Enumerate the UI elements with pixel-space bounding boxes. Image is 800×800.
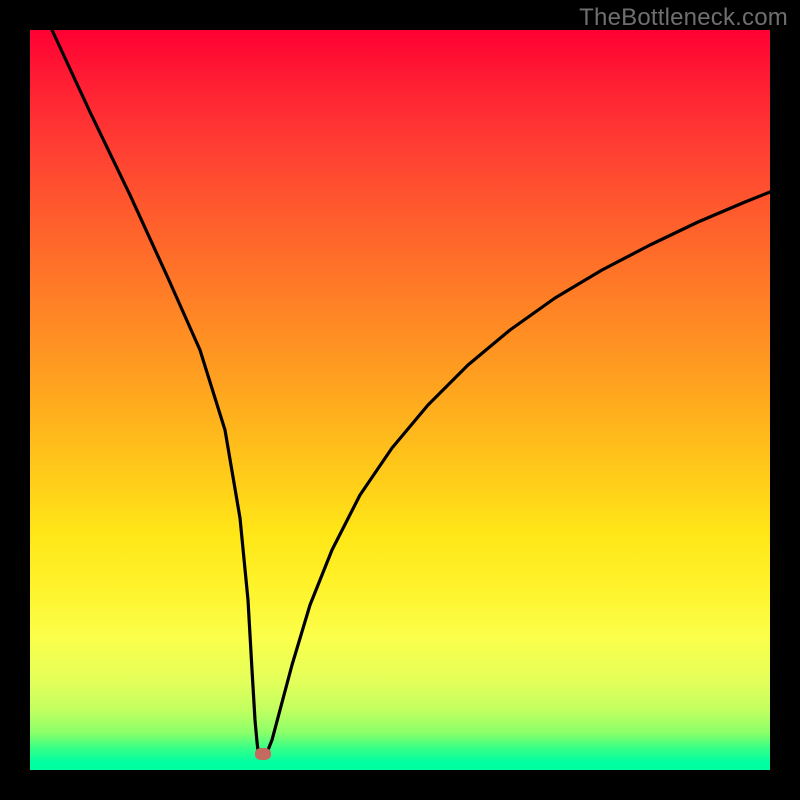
bottleneck-marker	[255, 748, 271, 760]
bottleneck-curve	[30, 30, 770, 770]
curve-path	[52, 30, 770, 755]
chart-frame: TheBottleneck.com	[0, 0, 800, 800]
plot-area	[30, 30, 770, 770]
watermark-text: TheBottleneck.com	[579, 4, 788, 32]
